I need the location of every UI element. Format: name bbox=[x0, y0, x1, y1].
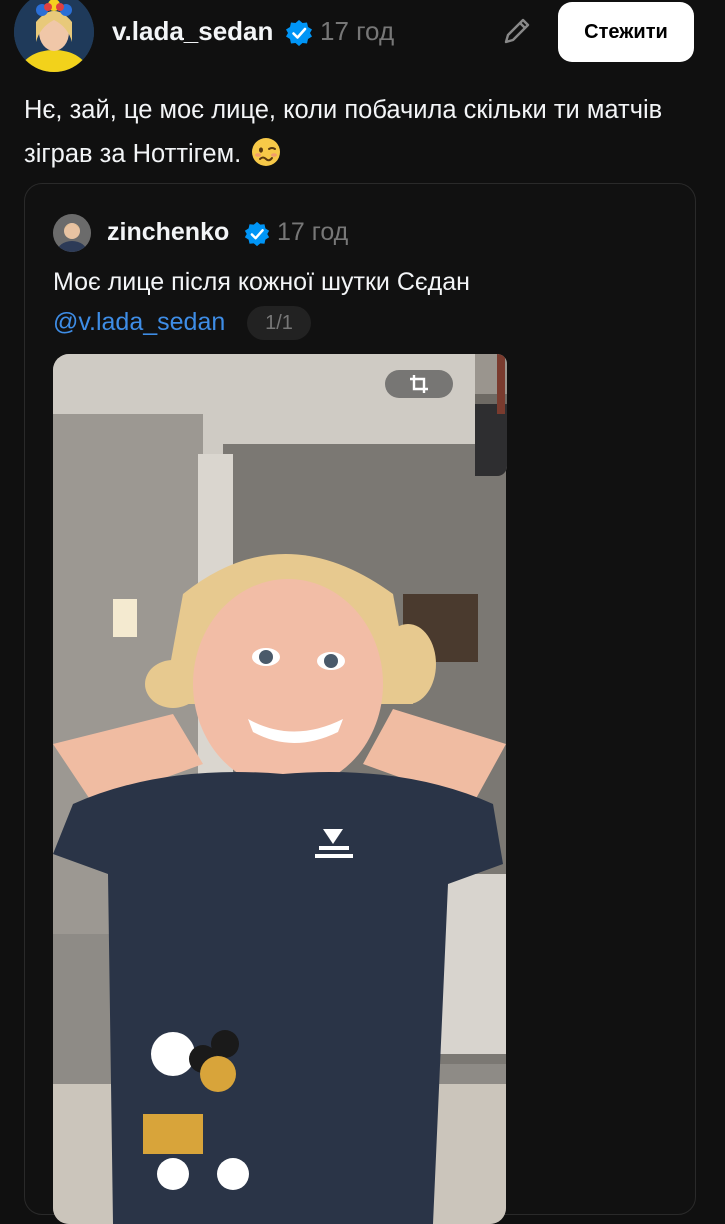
author-avatar[interactable] bbox=[14, 0, 94, 72]
post-time: 17 год bbox=[320, 16, 395, 46]
post-header: v.lada_sedan 17 год Стежити bbox=[0, 0, 725, 72]
quoted-author-username[interactable]: zinchenko bbox=[107, 218, 229, 247]
pencil-icon[interactable] bbox=[500, 14, 534, 48]
quoted-author-avatar[interactable] bbox=[53, 214, 91, 252]
verified-badge-icon bbox=[284, 18, 314, 48]
mention-link[interactable]: @v.lada_sedan bbox=[53, 308, 225, 337]
woozy-face-emoji-icon bbox=[250, 136, 282, 168]
quoted-post-time: 17 год bbox=[277, 218, 349, 246]
media-counter: 1/1 bbox=[247, 306, 311, 340]
quoted-post-card[interactable]: zinchenko 17 год Моє лице після кожної ш… bbox=[24, 183, 696, 1224]
crop-button[interactable] bbox=[385, 370, 453, 398]
post-body: Нє, зай, це моє лице, коли побачила скіл… bbox=[24, 88, 694, 176]
verified-badge-icon bbox=[243, 220, 271, 248]
quoted-post-photo[interactable] bbox=[53, 354, 506, 1224]
crop-icon bbox=[408, 373, 430, 395]
next-photo-preview[interactable] bbox=[475, 354, 507, 476]
author-username[interactable]: v.lada_sedan bbox=[112, 16, 273, 47]
quoted-post-text: Моє лице після кожної шутки Сєдан bbox=[53, 268, 470, 296]
follow-button[interactable]: Стежити bbox=[558, 2, 694, 62]
post-text: Нє, зай, це моє лице, коли побачила скіл… bbox=[24, 96, 663, 168]
